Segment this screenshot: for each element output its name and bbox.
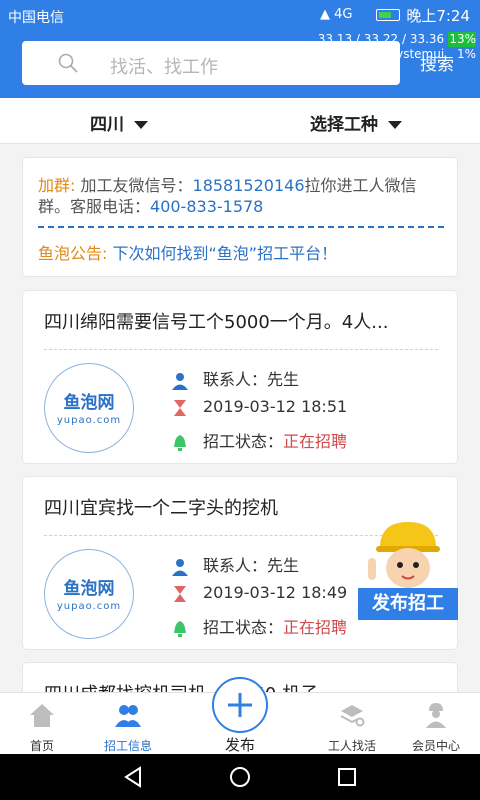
carrier-label: 中国电信 [8, 10, 64, 26]
person-icon [172, 558, 188, 576]
network-type: 4G [334, 7, 353, 22]
plus-icon [228, 693, 252, 717]
clock: 晚上7:24 [406, 7, 470, 25]
hourglass-icon [174, 399, 186, 416]
region-filter[interactable]: 四川 [90, 110, 148, 135]
home-button-icon[interactable] [229, 766, 251, 788]
contact-name: 先生 [267, 556, 300, 575]
announce-label: 鱼泡公告: [38, 244, 108, 263]
search-stack-icon [340, 705, 365, 727]
yupao-logo: 鱼泡网 yupao.com [44, 363, 134, 453]
search-placeholder: 找活、找工作 [110, 57, 218, 78]
post-time: 2019-03-12 18:49 [203, 583, 348, 602]
people-icon [115, 705, 141, 727]
search-button[interactable]: 搜索 [420, 50, 454, 75]
trade-filter[interactable]: 选择工种 [310, 110, 402, 135]
system-nav-bar [0, 754, 480, 800]
filter-bar: 四川 选择工种 [0, 98, 480, 144]
chevron-down-icon [388, 121, 402, 129]
back-icon[interactable] [122, 766, 144, 788]
status-badge: 正在招聘 [283, 618, 348, 637]
status-label: 招工状态： [203, 432, 284, 451]
worker-icon [426, 703, 446, 728]
group-notice: 加群: 加工友微信号：18581520146拉你进工人微信群。客服电话：400-… [38, 175, 448, 217]
debug-line1-pct: 13% [448, 32, 476, 47]
wechat-id[interactable]: 18581520146 [193, 176, 305, 195]
publish-job-banner[interactable]: 发布招工 [358, 518, 458, 622]
status-row: 招工状态：正在招聘 [171, 614, 347, 638]
status-row: 招工状态：正在招聘 [171, 428, 347, 452]
bell-icon [174, 620, 186, 637]
time-row: 2019-03-12 18:51 [171, 397, 347, 417]
contact-name: 先生 [267, 370, 300, 389]
publish-label: 发布 [224, 736, 255, 754]
tab-label: 首页 [29, 739, 54, 753]
contact-label: 联系人： [203, 370, 268, 389]
recents-icon[interactable] [336, 766, 358, 788]
logo-text: 鱼泡网 [63, 579, 115, 599]
announcement[interactable]: 鱼泡公告: 下次如何找到“鱼泡”招工平台！ [38, 240, 337, 264]
divider [38, 226, 444, 228]
publish-button[interactable] [212, 677, 268, 733]
job-card[interactable]: 四川绵阳需要信号工个5000一个月。4人... 鱼泡网 yupao.com 联系… [22, 290, 458, 464]
worker-mascot-icon [368, 522, 440, 588]
logo-subtext: yupao.com [56, 601, 122, 612]
tab-home[interactable]: 首页 [0, 693, 84, 755]
service-phone[interactable]: 400-833-1578 [150, 197, 263, 216]
trade-filter-label: 选择工种 [310, 115, 378, 135]
person-icon [172, 372, 188, 390]
chevron-down-icon [134, 121, 148, 129]
search-input[interactable]: 找活、找工作 [22, 41, 400, 85]
home-icon [30, 704, 54, 727]
region-filter-label: 四川 [90, 115, 124, 135]
status-bar: 中国电信 ▲ 4G 晚上7:24 [0, 0, 480, 32]
logo-text: 鱼泡网 [63, 393, 115, 413]
announce-text: 下次如何找到“鱼泡”招工平台！ [112, 244, 338, 263]
status-label: 招工状态： [203, 618, 284, 637]
tab-label: 会员中心 [411, 739, 460, 753]
group-text-a: 加工友微信号： [80, 176, 193, 195]
post-time: 2019-03-12 18:51 [203, 397, 348, 416]
bell-icon [174, 434, 186, 451]
app-header: 中国电信 ▲ 4G 晚上7:24 33.13 / 33.22 / 33.36 1… [0, 0, 480, 98]
tab-member-center[interactable]: 会员中心 [394, 693, 478, 755]
group-label: 加群: [38, 176, 76, 195]
contact-row: 联系人：先生 [171, 366, 299, 390]
publish-job-label: 发布招工 [358, 588, 458, 620]
hourglass-icon [174, 585, 186, 602]
divider [44, 349, 438, 350]
contact-label: 联系人： [203, 556, 268, 575]
contact-row: 联系人：先生 [171, 552, 299, 576]
notice-card: 加群: 加工友微信号：18581520146拉你进工人微信群。客服电话：400-… [22, 157, 458, 277]
logo-subtext: yupao.com [56, 415, 122, 426]
tab-label: 工人找活 [327, 739, 376, 753]
search-icon [58, 53, 78, 73]
job-title: 四川宜宾找一个二字头的挖机 [44, 498, 278, 519]
tab-find-work[interactable]: 工人找活 [310, 693, 394, 755]
yupao-logo: 鱼泡网 yupao.com [44, 549, 134, 639]
tab-label: 招工信息 [103, 739, 152, 753]
battery-icon [376, 9, 400, 21]
tab-job-info[interactable]: 招工信息 [86, 693, 170, 755]
job-title: 四川绵阳需要信号工个5000一个月。4人... [44, 312, 389, 333]
signal-icon: ▲ 4G [320, 7, 353, 22]
time-row: 2019-03-12 18:49 [171, 583, 347, 603]
status-badge: 正在招聘 [283, 432, 348, 451]
